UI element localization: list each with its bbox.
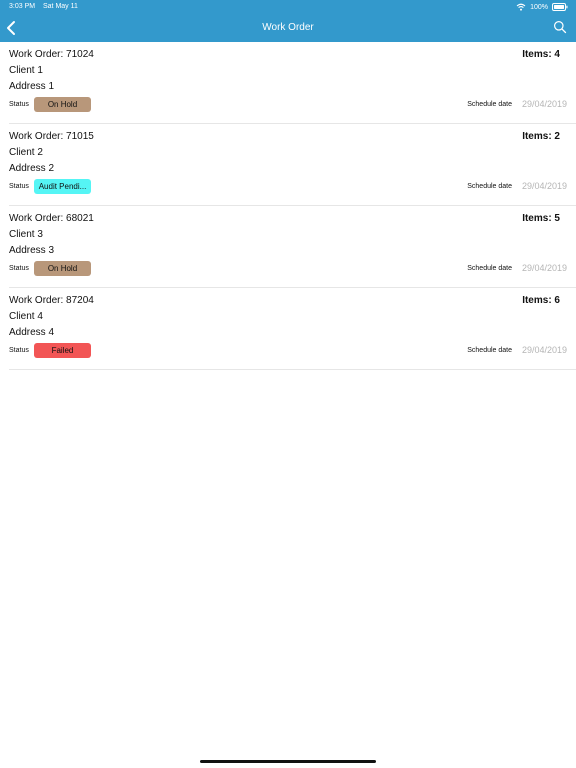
top-bar: 3:03 PM Sat May 11 100% Work Order bbox=[0, 0, 576, 42]
client-name: Client 2 bbox=[9, 147, 43, 158]
search-icon bbox=[554, 21, 567, 34]
status-label: Status bbox=[9, 347, 29, 354]
items-count: Items: 5 bbox=[522, 213, 560, 224]
status-label: Status bbox=[9, 183, 29, 190]
work-order-number: Work Order: 71024 bbox=[9, 49, 94, 60]
schedule-date: 29/04/2019 bbox=[521, 99, 567, 109]
client-name: Client 3 bbox=[9, 229, 43, 240]
status-badge: On Hold bbox=[34, 97, 91, 112]
work-order-list: Work Order: 71024 Items: 4 Client 1 Addr… bbox=[0, 42, 576, 370]
work-order-item[interactable]: Work Order: 71015 Items: 2 Client 2 Addr… bbox=[9, 124, 576, 206]
work-order-number: Work Order: 71015 bbox=[9, 131, 94, 142]
status-badge: On Hold bbox=[34, 261, 91, 276]
battery-percentage: 100% bbox=[530, 3, 548, 11]
schedule-date-label: Schedule date bbox=[467, 347, 512, 354]
work-order-number: Work Order: 87204 bbox=[9, 295, 94, 306]
schedule-date: 29/04/2019 bbox=[521, 181, 567, 191]
schedule-date: 29/04/2019 bbox=[521, 263, 567, 273]
work-order-number: Work Order: 68021 bbox=[9, 213, 94, 224]
address: Address 4 bbox=[9, 327, 55, 338]
items-count: Items: 4 bbox=[522, 49, 560, 60]
items-count: Items: 6 bbox=[522, 295, 560, 306]
home-indicator[interactable] bbox=[200, 760, 376, 763]
battery-icon bbox=[552, 3, 568, 11]
status-badge: Failed bbox=[34, 343, 91, 358]
status-badge: Audit Pendi... bbox=[34, 179, 91, 194]
address: Address 2 bbox=[9, 163, 55, 174]
address: Address 1 bbox=[9, 81, 55, 92]
work-order-item[interactable]: Work Order: 71024 Items: 4 Client 1 Addr… bbox=[9, 42, 576, 124]
wifi-icon bbox=[516, 3, 526, 11]
address: Address 3 bbox=[9, 245, 55, 256]
status-bar: 3:03 PM Sat May 11 100% bbox=[0, 0, 576, 14]
search-button[interactable] bbox=[553, 20, 567, 34]
status-time: 3:03 PM bbox=[9, 3, 36, 10]
schedule-date-label: Schedule date bbox=[467, 101, 512, 108]
work-order-item[interactable]: Work Order: 68021 Items: 5 Client 3 Addr… bbox=[9, 206, 576, 288]
navigation-bar: Work Order bbox=[0, 14, 576, 42]
items-count: Items: 2 bbox=[522, 131, 560, 142]
status-date: Sat May 11 bbox=[43, 3, 78, 10]
status-label: Status bbox=[9, 265, 29, 272]
client-name: Client 4 bbox=[9, 311, 43, 322]
schedule-date-label: Schedule date bbox=[467, 183, 512, 190]
schedule-date-label: Schedule date bbox=[467, 265, 512, 272]
status-label: Status bbox=[9, 101, 29, 108]
work-order-item[interactable]: Work Order: 87204 Items: 6 Client 4 Addr… bbox=[9, 288, 576, 370]
screen: 3:03 PM Sat May 11 100% Work Order Work … bbox=[0, 0, 576, 768]
client-name: Client 1 bbox=[9, 65, 43, 76]
status-indicators: 100% bbox=[516, 2, 568, 12]
page-title: Work Order bbox=[262, 22, 314, 33]
schedule-date: 29/04/2019 bbox=[521, 345, 567, 355]
